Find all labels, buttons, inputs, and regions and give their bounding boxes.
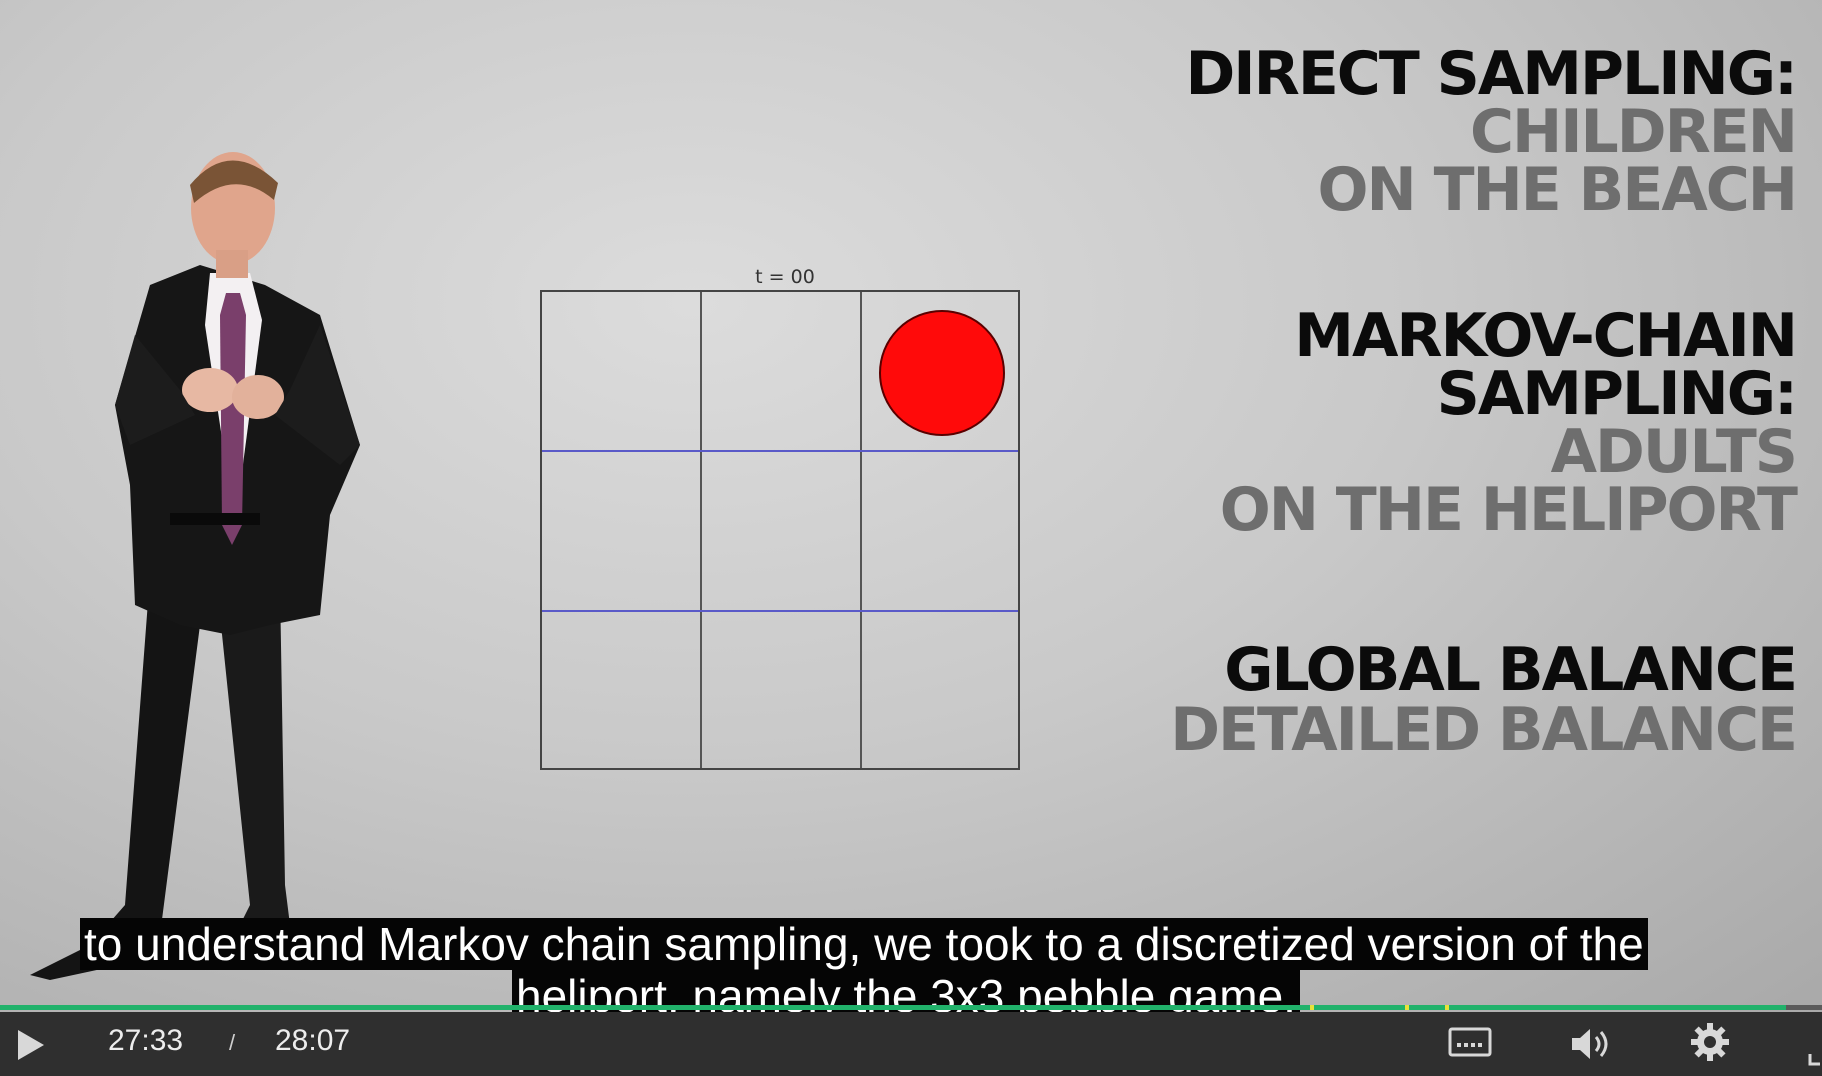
captions-icon[interactable]	[1448, 1026, 1492, 1060]
markov-sampling-heading: SAMPLING:	[1436, 359, 1798, 429]
video-frame[interactable]: t = 00 DIRECT SAMPLING: CHILDREN ON THE …	[0, 0, 1822, 1012]
volume-icon[interactable]	[1570, 1024, 1614, 1064]
play-icon[interactable]	[16, 1028, 46, 1062]
markov-line2: ON THE HELIPORT	[1219, 475, 1798, 545]
pebble-game-grid	[540, 290, 1020, 770]
player-control-bar: 27:33 / 28:07	[0, 1012, 1822, 1076]
progress-bar[interactable]	[0, 1005, 1822, 1010]
markov-line1: ADULTS	[1550, 417, 1798, 487]
progress-marker	[1405, 1005, 1409, 1010]
progress-marker	[1310, 1005, 1314, 1010]
markov-chain-heading: MARKOV-CHAIN	[1294, 301, 1798, 371]
presenter-figure	[30, 152, 360, 980]
grid-line-horizontal	[542, 450, 1018, 452]
subtitle-line-1: to understand Markov chain sampling, we …	[80, 918, 1648, 970]
direct-sampling-line2: ON THE BEACH	[1317, 155, 1798, 225]
direct-sampling-heading: DIRECT SAMPLING:	[1185, 39, 1798, 109]
settings-gear-icon[interactable]	[1690, 1022, 1730, 1062]
global-balance-heading: GLOBAL BALANCE	[1224, 635, 1798, 705]
current-time: 27:33	[108, 1024, 184, 1057]
detailed-balance-line: DETAILED BALANCE	[1170, 695, 1798, 765]
progress-marker	[1445, 1005, 1449, 1010]
progress-fill	[0, 1005, 1786, 1010]
grid-line-vertical	[700, 292, 702, 768]
time-step-label: t = 00	[755, 266, 815, 288]
red-pebble	[879, 310, 1005, 436]
fullscreen-icon[interactable]	[1808, 1052, 1822, 1066]
grid-line-horizontal	[542, 610, 1018, 612]
grid-line-vertical	[860, 292, 862, 768]
direct-sampling-line1: CHILDREN	[1469, 97, 1798, 167]
duration: 28:07	[275, 1024, 351, 1057]
time-separator: /	[229, 1030, 236, 1055]
